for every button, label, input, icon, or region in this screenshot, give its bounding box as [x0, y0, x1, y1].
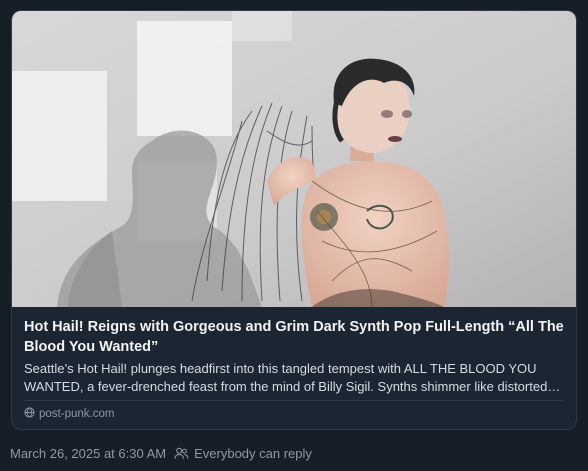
reply-setting-label: Everybody can reply — [194, 446, 312, 461]
post-timestamp[interactable]: March 26, 2025 at 6:30 AM — [10, 446, 166, 461]
photo-illustration — [12, 11, 576, 307]
people-icon — [174, 447, 189, 460]
reply-settings[interactable]: Everybody can reply — [174, 446, 312, 461]
link-preview-image[interactable] — [12, 11, 576, 307]
link-card-source[interactable]: post-punk.com — [24, 407, 114, 421]
link-preview-card[interactable]: Hot Hail! Reigns with Gorgeous and Grim … — [11, 10, 577, 430]
link-card-title[interactable]: Hot Hail! Reigns with Gorgeous and Grim … — [24, 317, 564, 357]
link-card-description: Seattle’s Hot Hail! plunges headfirst in… — [24, 361, 548, 394]
post-meta: March 26, 2025 at 6:30 AM Everybody can … — [10, 446, 312, 461]
globe-icon — [24, 407, 35, 421]
card-divider — [24, 400, 564, 401]
source-domain: post-punk.com — [39, 408, 115, 420]
